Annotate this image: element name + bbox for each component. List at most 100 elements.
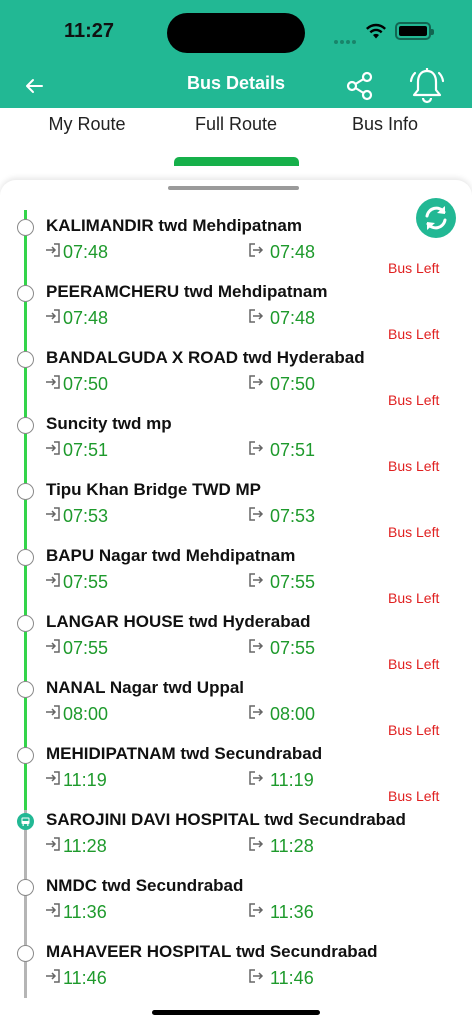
departure-icon [248,242,264,263]
bell-ringing-icon [409,68,445,104]
departure-time-value: 07:55 [270,572,316,592]
arrival-time-value: 07:55 [63,572,109,592]
arrival-time: 07:50 [45,374,108,395]
arrival-time-value: 11:28 [63,836,107,856]
departure-icon [248,440,264,461]
departure-icon [248,308,264,329]
battery-icon [395,22,434,40]
departure-time: 11:36 [248,902,314,923]
cellular-signal-icon [334,31,358,49]
arrival-time: 07:51 [45,440,108,461]
stop-name: MAHAVEER HOSPITAL twd Secundrabad [46,942,378,961]
arrival-icon [45,638,61,659]
arrival-time-value: 11:19 [63,770,107,790]
route-sheet: KALIMANDIR twd Mehdipatnam 07:48 07:48 Bus … [0,180,472,1024]
departure-time-value: 11:28 [270,836,314,856]
app-bar: Bus Details [0,64,472,108]
arrival-icon [45,506,61,527]
stop-item[interactable]: Suncity twd mp 07:51 07:51 Bus Left [0,405,472,474]
drag-handle[interactable] [168,186,299,190]
departure-time-value: 11:46 [270,968,314,988]
departure-time-value: 07:48 [270,308,316,328]
departure-time: 08:00 [248,704,315,725]
arrival-time: 07:53 [45,506,108,527]
stop-name: BAPU Nagar twd Mehdipatnam [46,546,296,565]
arrival-time-value: 07:48 [63,308,109,328]
departure-time: 07:51 [248,440,315,461]
departure-icon [248,506,264,527]
arrival-time-value: 07:50 [63,374,109,394]
tab-bus-info[interactable]: Bus Info [315,114,455,135]
departure-icon [248,770,264,791]
arrival-time: 07:48 [45,242,108,263]
arrival-icon [45,242,61,263]
stop-node [17,879,34,896]
stop-name: BANDALGUDA X ROAD twd Hyderabad [46,348,365,367]
departure-time-value: 11:36 [270,902,314,922]
stop-item[interactable]: Tipu Khan Bridge TWD MP 07:53 07:53 Bus Lef… [0,471,472,540]
departure-icon [248,902,264,923]
arrival-time: 07:55 [45,572,108,593]
stop-name: Suncity twd mp [46,414,172,433]
arrival-time-value: 07:48 [63,242,109,262]
stop-item[interactable]: LANGAR HOUSE twd Hyderabad 07:55 07:55 Bus … [0,603,472,672]
stop-item[interactable]: SAROJINI DAVI HOSPITAL twd Secundrabad 11… [0,801,472,867]
share-button[interactable] [344,70,376,102]
arrival-icon [45,968,61,989]
status-time: 11:27 [64,20,115,42]
arrival-icon [45,704,61,725]
active-tab-indicator [174,157,299,166]
stop-item[interactable]: PEERAMCHERU twd Mehdipatnam 07:48 07:48 Bus… [0,273,472,342]
stop-item[interactable]: KALIMANDIR twd Mehdipatnam 07:48 07:48 Bus … [0,207,472,276]
arrival-time-value: 07:51 [63,440,109,460]
stop-item[interactable]: MAHAVEER HOSPITAL twd Secundrabad 11:46 11… [0,933,472,999]
arrival-icon [45,572,61,593]
arrival-time-value: 08:00 [63,704,109,724]
stop-item[interactable]: BANDALGUDA X ROAD twd Hyderabad 07:50 07:5… [0,339,472,408]
arrival-time: 11:36 [45,902,107,923]
arrival-icon [45,308,61,329]
arrival-time-value: 07:53 [63,506,109,526]
arrival-icon [45,902,61,923]
arrival-time-value: 11:36 [63,902,107,922]
stop-node [17,681,34,698]
arrival-icon [45,374,61,395]
tab-my-route[interactable]: My Route [17,114,157,135]
stop-item[interactable]: NANAL Nagar twd Uppal 08:00 08:00 Bus Left [0,669,472,738]
arrival-time: 11:28 [45,836,107,857]
stop-node [17,351,34,368]
stop-item[interactable]: BAPU Nagar twd Mehdipatnam 07:55 07:55 Bus … [0,537,472,606]
departure-time: 11:28 [248,836,314,857]
arrival-time: 07:48 [45,308,108,329]
departure-time: 11:46 [248,968,314,989]
departure-time: 07:50 [248,374,315,395]
departure-time-value: 07:50 [270,374,316,394]
stop-node [17,747,34,764]
arrival-time-value: 07:55 [63,638,109,658]
stop-item[interactable]: NMDC twd Secundrabad 11:36 11:36 [0,867,472,933]
tab-bar: My Route Full Route Bus Info [0,108,472,168]
departure-time: 07:48 [248,242,315,263]
departure-time-value: 07:48 [270,242,316,262]
stop-node [17,549,34,566]
departure-icon [248,572,264,593]
departure-time-value: 11:19 [270,770,314,790]
stop-item[interactable]: MEHIDIPATNAM twd Secundrabad 11:19 11:19 Bu… [0,735,472,804]
tab-full-route[interactable]: Full Route [166,114,306,135]
page-title: Bus Details [186,73,286,93]
stop-node [17,945,34,962]
stop-name: LANGAR HOUSE twd Hyderabad [46,612,311,631]
departure-time-value: 07:55 [270,638,316,658]
stop-node [17,219,34,236]
home-indicator [152,1010,320,1015]
alarm-bell-button[interactable] [408,66,446,106]
arrival-icon [45,770,61,791]
departure-icon [248,836,264,857]
stop-node [17,285,34,302]
arrival-icon [45,836,61,857]
stop-node [17,483,34,500]
stop-node [17,615,34,632]
stop-name: Tipu Khan Bridge TWD MP [46,480,262,499]
stop-name: SAROJINI DAVI HOSPITAL twd Secundrabad [46,810,406,829]
departure-icon [248,638,264,659]
